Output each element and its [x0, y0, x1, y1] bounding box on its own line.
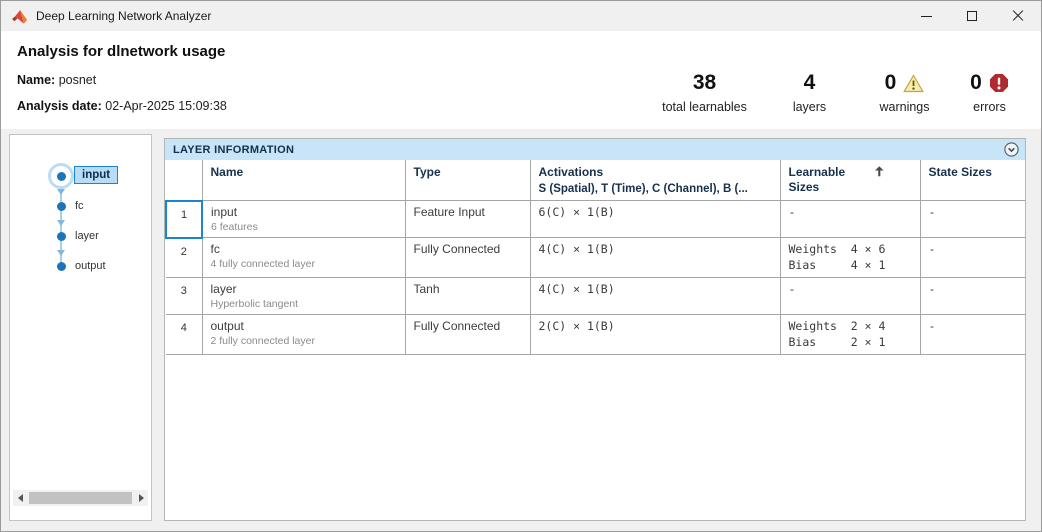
column-header-name[interactable]: Name — [202, 160, 405, 201]
scroll-right-icon — [139, 494, 144, 502]
layer-information-panel: LAYER INFORMATION Name Type Activ — [164, 138, 1026, 521]
warning-icon — [903, 74, 924, 93]
warnings-value: 0 — [885, 71, 897, 95]
edge-arrow-icon — [57, 250, 65, 256]
maximize-button[interactable] — [949, 1, 995, 31]
activations-cell[interactable]: 2(C) × 1(B) — [530, 315, 780, 355]
name-cell[interactable]: output 2 fully connected layer — [202, 315, 405, 355]
errors-label: errors — [952, 100, 1027, 114]
stat-total-learnables: 38 total learnables — [647, 71, 762, 114]
scroll-right-button[interactable] — [134, 490, 148, 506]
stat-layers: 4 layers — [762, 71, 857, 114]
network-name-label: Name: — [17, 73, 55, 87]
total-learnables-value: 38 — [693, 71, 716, 95]
diagram-node-label-fc[interactable]: fc — [75, 200, 84, 212]
diagram-node-dot-output[interactable] — [57, 262, 66, 271]
window-title: Deep Learning Network Analyzer — [36, 9, 211, 23]
row-number-cell[interactable]: 2 — [166, 238, 202, 278]
name-cell[interactable]: fc 4 fully connected layer — [202, 238, 405, 278]
layers-value: 4 — [804, 71, 816, 95]
activations-cell[interactable]: 6(C) × 1(B) — [530, 201, 780, 238]
stat-errors: 0 errors — [952, 71, 1027, 114]
table-header-row: Name Type Activations S (Spatial), T (Ti… — [166, 160, 1026, 201]
diagram-horizontal-scrollbar[interactable] — [13, 490, 148, 506]
close-icon — [1012, 10, 1024, 22]
collapse-section-button[interactable] — [1003, 142, 1019, 158]
errors-value: 0 — [970, 71, 982, 95]
table-row[interactable]: 2 fc 4 fully connected layer Fully Conne… — [166, 238, 1026, 278]
activations-subheader: S (Spatial), T (Time), C (Channel), B (.… — [539, 182, 772, 196]
warnings-label: warnings — [857, 100, 952, 114]
layer-information-header: LAYER INFORMATION — [165, 139, 1025, 160]
close-button[interactable] — [995, 1, 1041, 31]
learnable-sizes-cell[interactable]: Weights 2 × 4 Bias 2 × 1 — [780, 315, 920, 355]
activations-cell[interactable]: 4(C) × 1(B) — [530, 278, 780, 315]
type-cell[interactable]: Fully Connected — [405, 315, 530, 355]
window-controls — [903, 1, 1041, 31]
type-cell[interactable]: Tanh — [405, 278, 530, 315]
error-icon — [989, 73, 1009, 93]
analysis-date-line: Analysis date: 02-Apr-2025 15:09:38 — [17, 99, 227, 113]
column-header-type[interactable]: Type — [405, 160, 530, 201]
analysis-header: Analysis for dlnetwork usage Name: posne… — [1, 31, 1041, 129]
scroll-left-icon — [18, 494, 23, 502]
learnable-sizes-cell[interactable]: - — [780, 201, 920, 238]
analysis-date-value: 02-Apr-2025 15:09:38 — [105, 99, 227, 113]
diagram-node-dot-fc[interactable] — [57, 202, 66, 211]
row-number-cell[interactable]: 3 — [166, 278, 202, 315]
summary-stats: 38 total learnables 4 layers 0 warnings — [647, 71, 1027, 114]
scroll-left-button[interactable] — [13, 490, 27, 506]
scrollbar-thumb[interactable] — [29, 492, 132, 504]
learnable-sizes-cell[interactable]: - — [780, 278, 920, 315]
column-header-rownum — [166, 160, 202, 201]
table-row[interactable]: 3 layer Hyperbolic tangent Tanh 4(C) × 1… — [166, 278, 1026, 315]
network-name-line: Name: posnet — [17, 73, 96, 87]
table-row[interactable]: 1 input 6 features Feature Input 6(C) × … — [166, 201, 1026, 238]
minimize-button[interactable] — [903, 1, 949, 31]
diagram-node-label-layer[interactable]: layer — [75, 230, 99, 242]
maximize-icon — [967, 11, 977, 21]
state-sizes-cell[interactable]: - — [920, 278, 1026, 315]
column-header-learnable-sizes[interactable]: Learnable Sizes — [780, 160, 920, 201]
layer-information-title: LAYER INFORMATION — [173, 144, 294, 156]
stat-warnings: 0 warnings — [857, 71, 952, 114]
diagram-node-label-input[interactable]: input — [74, 166, 118, 184]
layers-label: layers — [762, 100, 857, 114]
type-cell[interactable]: Feature Input — [405, 201, 530, 238]
row-number-cell[interactable]: 4 — [166, 315, 202, 355]
edge-arrow-icon — [57, 220, 65, 226]
diagram-node-dot-layer[interactable] — [57, 232, 66, 241]
column-header-activations[interactable]: Activations S (Spatial), T (Time), C (Ch… — [530, 160, 780, 201]
type-cell[interactable]: Fully Connected — [405, 238, 530, 278]
network-name-value: posnet — [59, 73, 97, 87]
column-header-state-sizes[interactable]: State Sizes — [920, 160, 1026, 201]
diagram-node-label-output[interactable]: output — [75, 260, 106, 272]
name-cell[interactable]: input 6 features — [202, 201, 405, 238]
edge-arrow-icon — [57, 189, 65, 195]
analysis-date-label: Analysis date: — [17, 99, 102, 113]
learnable-sizes-cell[interactable]: Weights 4 × 6 Bias 4 × 1 — [780, 238, 920, 278]
name-cell[interactable]: layer Hyperbolic tangent — [202, 278, 405, 315]
title-bar: Deep Learning Network Analyzer — [1, 1, 1041, 31]
chevron-down-circle-icon — [1004, 142, 1019, 157]
matlab-logo-icon — [11, 9, 28, 24]
minimize-icon — [921, 16, 932, 17]
diagram-node-dot-input[interactable] — [57, 172, 66, 181]
app-window: Deep Learning Network Analyzer Analysis … — [0, 0, 1042, 532]
row-number-cell[interactable]: 1 — [166, 201, 202, 238]
state-sizes-cell[interactable]: - — [920, 238, 1026, 278]
table-row[interactable]: 4 output 2 fully connected layer Fully C… — [166, 315, 1026, 355]
page-title: Analysis for dlnetwork usage — [17, 43, 225, 60]
activations-cell[interactable]: 4(C) × 1(B) — [530, 238, 780, 278]
state-sizes-cell[interactable]: - — [920, 201, 1026, 238]
network-diagram-panel: input fc layer output — [9, 134, 152, 521]
sort-ascending-icon — [875, 166, 884, 177]
state-sizes-cell[interactable]: - — [920, 315, 1026, 355]
layer-table: Name Type Activations S (Spatial), T (Ti… — [165, 160, 1026, 355]
total-learnables-label: total learnables — [647, 100, 762, 114]
